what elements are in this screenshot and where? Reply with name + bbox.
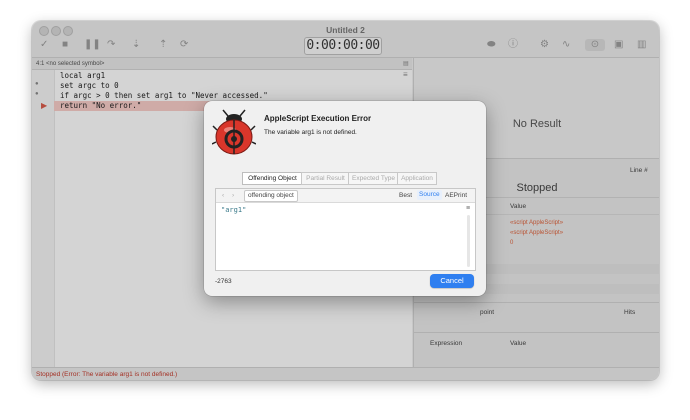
offending-object-value: "arg1": [221, 206, 247, 214]
tab-application[interactable]: Application: [397, 172, 437, 185]
view-mode-source[interactable]: Source: [417, 190, 442, 200]
view-mode-aeprint[interactable]: AEPrint: [445, 191, 467, 201]
view-mode-best[interactable]: Best: [399, 191, 412, 201]
path-selector[interactable]: offending object: [244, 190, 298, 202]
result-viewer: ‹ › offending object Best Source AEPrint…: [215, 188, 476, 271]
ladybug-icon: [211, 108, 257, 156]
tab-expected-type[interactable]: Expected Type: [348, 172, 399, 185]
viewer-scrollbar[interactable]: [467, 215, 470, 267]
tab-partial-result[interactable]: Partial Result: [301, 172, 350, 185]
tab-offending-object[interactable]: Offending Object: [242, 172, 303, 185]
dialog-message: The variable arg1 is not defined.: [264, 129, 357, 136]
error-code: -2763: [215, 278, 232, 285]
viewer-toolbar: ‹ › offending object Best Source AEPrint: [216, 189, 475, 203]
dialog-title: AppleScript Execution Error: [264, 114, 372, 123]
cancel-button[interactable]: Cancel: [430, 274, 474, 288]
nav-back-button[interactable]: ‹: [222, 191, 224, 201]
viewer-options-icon[interactable]: ≡: [466, 205, 470, 212]
nav-forward-button[interactable]: ›: [232, 191, 234, 201]
error-dialog: AppleScript Execution Error The variable…: [204, 101, 486, 296]
